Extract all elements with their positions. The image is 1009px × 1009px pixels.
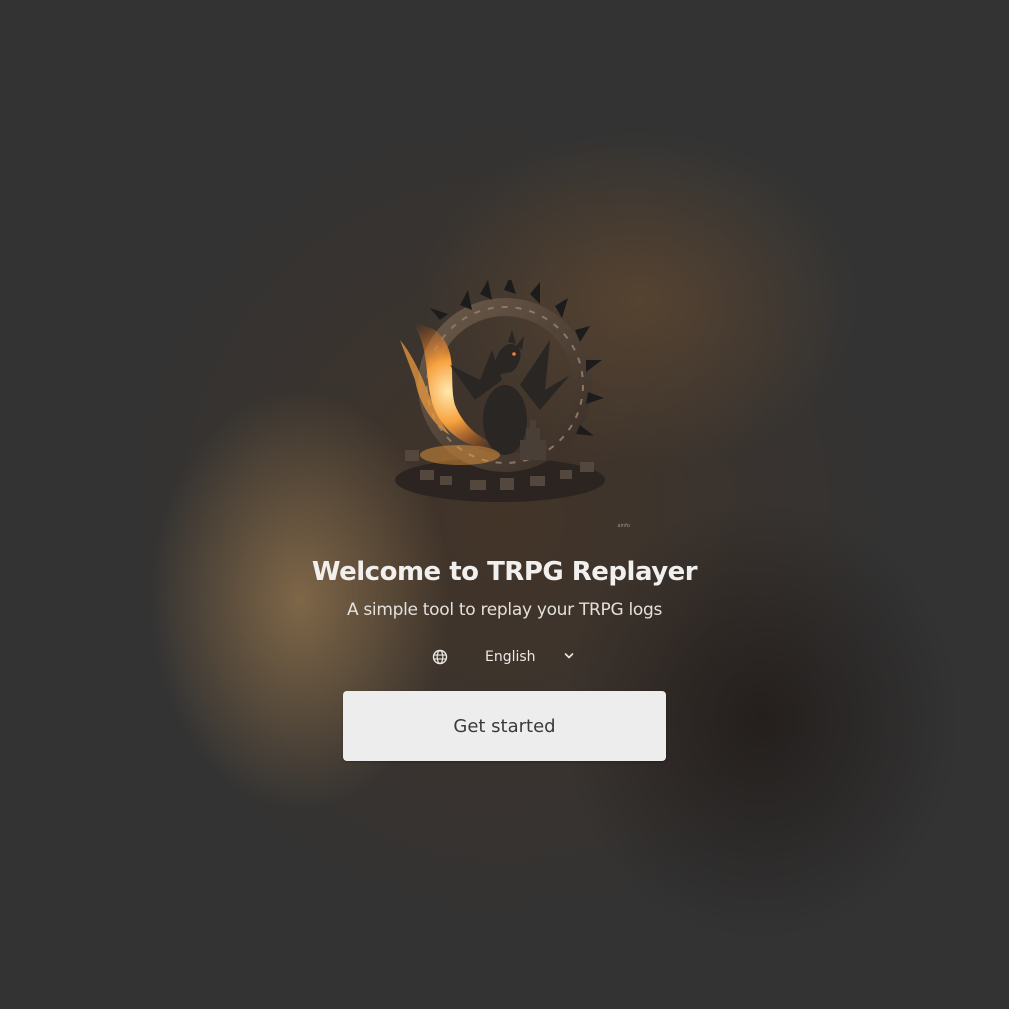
language-selector[interactable]: English [430, 644, 580, 670]
svg-text:ainfo: ainfo [618, 523, 630, 529]
welcome-page: ainfo Welcome to TRPG Replayer A simple … [0, 0, 1009, 1009]
page-subtitle: A simple tool to replay your TRPG logs [346, 600, 663, 620]
globe-icon [432, 649, 448, 665]
get-started-button[interactable]: Get started [343, 691, 666, 761]
chevron-down-icon[interactable] [564, 652, 574, 660]
dragon-logo-icon: ainfo [395, 280, 630, 529]
page-title: Welcome to TRPG Replayer [311, 557, 698, 587]
language-select-value[interactable]: English [485, 647, 536, 667]
